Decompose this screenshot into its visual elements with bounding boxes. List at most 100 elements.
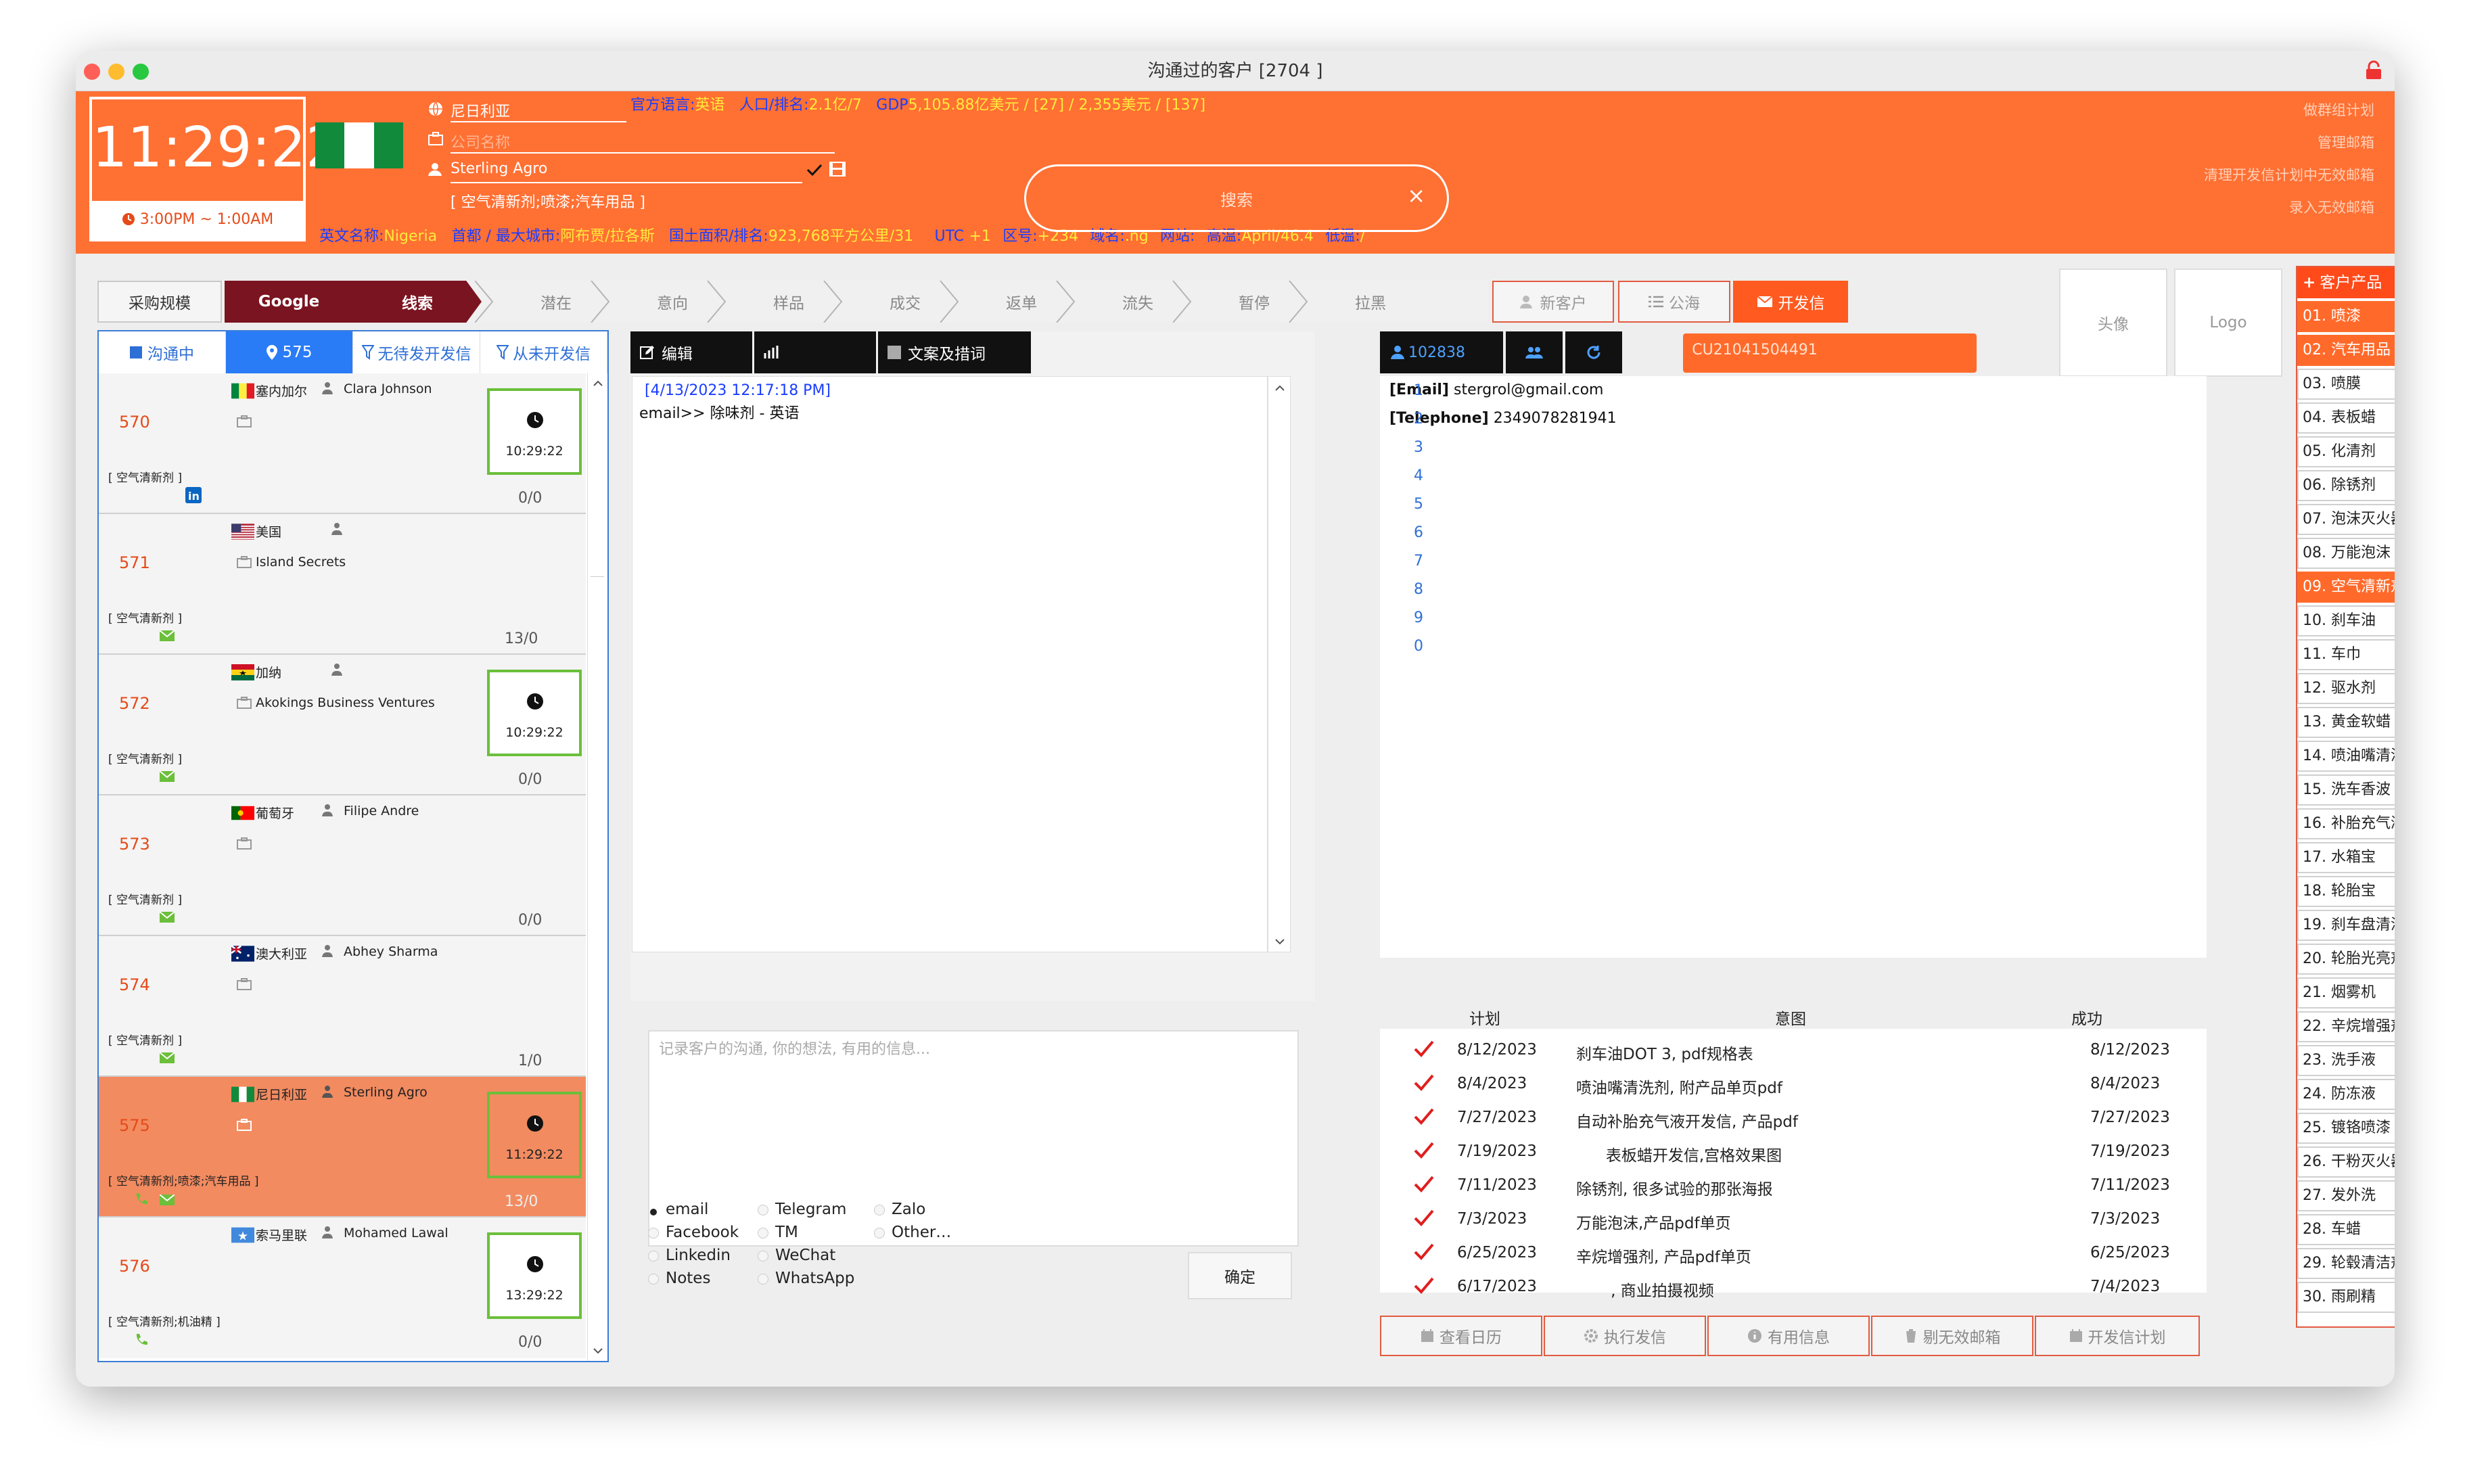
avatar-placeholder[interactable]: 头像 — [2059, 269, 2167, 377]
save-icon[interactable] — [828, 160, 847, 178]
stage-lost[interactable]: 流失 — [1090, 281, 1185, 323]
product-item[interactable]: 06. 除锈剂 — [2297, 470, 2395, 501]
product-item[interactable]: 30. 雨刷精 — [2297, 1282, 2395, 1313]
customer-card-571[interactable]: 571 美国 Island Secrets [ 空气清新剂 ] 13/0 — [99, 514, 586, 655]
channel-wechat-radio[interactable]: WeChat — [758, 1247, 835, 1264]
dev-letter-plan-button[interactable]: 开发信计划 — [2035, 1316, 2200, 1356]
customer-card-573[interactable]: 573 葡萄牙 Filipe Andre [ 空气清新剂 ] 0/0 — [99, 795, 586, 936]
link-manage-mailbox[interactable]: 管理邮箱 — [2318, 132, 2374, 152]
plan-row[interactable]: 7/11/2023 除锈剂, 很多试验的那张海报 7/11/2023 — [1400, 1168, 2280, 1202]
chevron-down-icon[interactable] — [593, 1347, 603, 1354]
customer-card-574[interactable]: 574 澳大利亚 Abhey Sharma [ 空气清新剂 ] 1/0 — [99, 936, 586, 1077]
chevron-down-icon[interactable] — [1274, 938, 1285, 945]
clear-search-icon[interactable]: × — [1407, 183, 1425, 208]
google-button[interactable]: Google — [225, 281, 353, 323]
new-customer-button[interactable]: 新客户 — [1492, 281, 1614, 323]
edit-tab[interactable]: 编辑 — [630, 331, 752, 373]
stats-tab[interactable] — [754, 331, 876, 373]
plan-row[interactable]: 7/27/2023 自动补胎充气液开发信, 产品pdf 7/27/2023 — [1400, 1100, 2280, 1134]
email-value[interactable]: stergrol@gmail.com — [1454, 381, 1603, 398]
product-item[interactable]: 12. 驱水剂 — [2297, 673, 2395, 704]
chevron-up-icon[interactable] — [1274, 385, 1285, 392]
channel-tm-radio[interactable]: TM — [758, 1224, 798, 1241]
country-name[interactable]: 尼日利亚 — [451, 99, 626, 122]
email-icon[interactable] — [160, 1052, 175, 1063]
stage-reorder[interactable]: 返单 — [974, 281, 1069, 323]
channel-email-radio[interactable]: email — [648, 1201, 708, 1218]
channel-whatsapp-radio[interactable]: WhatsApp — [758, 1270, 854, 1287]
telephone-value[interactable]: 2349078281941 — [1494, 410, 1617, 427]
plus-icon[interactable]: + — [2303, 274, 2316, 292]
stage-paused[interactable]: 暂停 — [1207, 281, 1301, 323]
check-icon[interactable] — [806, 163, 823, 177]
countdown-timer[interactable]: 13:29:22 — [487, 1232, 582, 1319]
company-name-field[interactable]: 公司名称 — [451, 131, 835, 154]
customer-card-576[interactable]: 576 索马里联 Mohamed Lawal [ 空气清新剂;机油精 ] 13:… — [99, 1218, 586, 1358]
product-item[interactable]: 01. 喷漆 — [2297, 301, 2395, 332]
linkedin-icon[interactable]: in — [185, 487, 202, 503]
product-item[interactable]: 29. 轮毂清洁剂 — [2297, 1248, 2395, 1279]
product-item[interactable]: 27. 发外洗 — [2297, 1180, 2395, 1211]
view-calendar-button[interactable]: 查看日历 — [1380, 1316, 1542, 1356]
stage-intent[interactable]: 意向 — [625, 281, 720, 323]
product-item[interactable]: 02. 汽车用品 — [2297, 335, 2395, 366]
plan-row[interactable]: 7/3/2023 万能泡沫,产品pdf单页 7/3/2023 — [1400, 1202, 2280, 1236]
dev-letter-button[interactable]: 开发信 — [1733, 281, 1848, 323]
channel-notes-radio[interactable]: Notes — [648, 1270, 710, 1287]
product-item[interactable]: 19. 刹车盘清洗剂 — [2297, 910, 2395, 941]
tab-never-contacted[interactable]: 从未开发信 — [480, 331, 607, 373]
channel-linkedin-radio[interactable]: Linkedin — [648, 1247, 731, 1264]
product-item[interactable]: 16. 补胎充气液 — [2297, 808, 2395, 839]
product-item[interactable]: 11. 车巾 — [2297, 639, 2395, 670]
product-item[interactable]: 23. 洗手液 — [2297, 1045, 2395, 1076]
customer-list-scrollbar[interactable] — [587, 373, 607, 1361]
product-item[interactable]: 24. 防冻液 — [2297, 1079, 2395, 1110]
remove-invalid-email-button[interactable]: 剔无效邮箱 — [1871, 1316, 2033, 1356]
search-box[interactable]: 搜索 × — [1024, 164, 1449, 232]
plan-row[interactable]: 6/25/2023 辛烷增强剂, 产品pdf单页 6/25/2023 — [1400, 1236, 2280, 1270]
note-input[interactable]: 记录客户的沟通, 你的想法, 有用的信息... — [648, 1030, 1299, 1247]
phone-icon[interactable] — [134, 1192, 149, 1207]
product-item[interactable]: 17. 水箱宝 — [2297, 842, 2395, 873]
lock-icon[interactable] — [2365, 60, 2382, 80]
email-icon[interactable] — [160, 1195, 175, 1205]
product-item[interactable]: 13. 黄金软蜡 — [2297, 707, 2395, 738]
email-icon[interactable] — [160, 912, 175, 923]
product-item[interactable]: 10. 刹车油 — [2297, 605, 2395, 636]
product-item[interactable]: 26. 干粉灭火器 — [2297, 1146, 2395, 1178]
product-item[interactable]: 21. 烟雾机 — [2297, 977, 2395, 1008]
purchase-scale-button[interactable]: 采购规模 — [97, 281, 222, 323]
tab-no-pending-letters[interactable]: 无待发开发信 — [353, 331, 480, 373]
product-item[interactable]: 22. 辛烷增强剂 — [2297, 1011, 2395, 1042]
public-pool-button[interactable]: 公海 — [1618, 281, 1730, 323]
log-scrollbar[interactable] — [1268, 376, 1291, 952]
countdown-timer[interactable]: 10:29:22 — [487, 388, 582, 475]
logo-placeholder[interactable]: Logo — [2174, 269, 2282, 377]
customer-card-572[interactable]: 572 加纳 Akokings Business Ventures [ 空气清新… — [99, 655, 586, 795]
team-button[interactable] — [1506, 331, 1563, 373]
link-enter-invalid-mailbox[interactable]: 录入无效邮箱 — [2289, 197, 2374, 217]
stage-sample[interactable]: 样品 — [741, 281, 836, 323]
refresh-button[interactable] — [1565, 331, 1622, 373]
tab-location-count[interactable]: 575 — [226, 331, 353, 373]
countdown-timer[interactable]: 10:29:22 — [487, 670, 582, 756]
product-item[interactable]: 15. 洗车香波 — [2297, 774, 2395, 806]
product-item[interactable]: 08. 万能泡沫 — [2297, 538, 2395, 569]
channel-facebook-radio[interactable]: Facebook — [648, 1224, 739, 1241]
execute-send-button[interactable]: 执行发信 — [1544, 1316, 1706, 1356]
channel-other-radio[interactable]: Other… — [874, 1224, 951, 1241]
countdown-timer[interactable]: 11:29:22 — [487, 1092, 582, 1178]
contact-name-field[interactable]: Sterling Agro — [451, 160, 802, 183]
product-item[interactable]: 20. 轮胎光亮剂 — [2297, 944, 2395, 975]
product-item[interactable]: 09. 空气清新剂 — [2297, 572, 2395, 603]
stage-leads[interactable]: 线索 — [353, 281, 482, 323]
stage-blacklist[interactable]: 拉黑 — [1323, 281, 1418, 323]
plan-row[interactable]: 8/4/2023 喷油嘴清洗剂, 附产品单页pdf 8/4/2023 — [1400, 1067, 2280, 1100]
copywriting-tab[interactable]: 文案及措词 — [878, 331, 1031, 373]
email-icon[interactable] — [160, 771, 175, 782]
link-clean-invalid-mailbox[interactable]: 清理开发信计划中无效邮箱 — [2204, 164, 2374, 185]
email-icon[interactable] — [160, 630, 175, 641]
contact-details-panel[interactable]: [Email] stergrol@gmail.com [Telephone] 2… — [1380, 376, 2207, 958]
communication-log[interactable]: [4/13/2023 12:17:18 PM] email>> 除味剂 - 英语 — [632, 376, 1268, 952]
customer-card-575-selected[interactable]: 575 尼日利亚 Sterling Agro [ 空气清新剂;喷漆;汽车用品 ]… — [99, 1077, 586, 1218]
